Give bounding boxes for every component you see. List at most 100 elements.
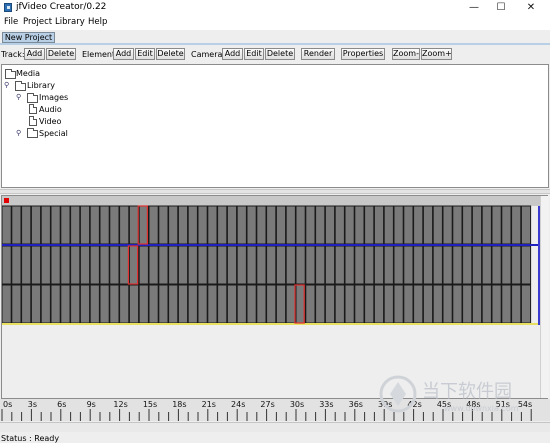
timeline-cell[interactable] <box>50 245 61 285</box>
element-edit-button[interactable]: Edit <box>135 48 155 60</box>
timeline-cell[interactable] <box>481 284 492 324</box>
timeline-cell[interactable] <box>383 284 394 324</box>
timeline-cell[interactable] <box>442 205 453 245</box>
timeline-cell[interactable] <box>256 284 267 324</box>
timeline-cell[interactable] <box>334 245 345 285</box>
timeline-cell[interactable] <box>462 205 473 245</box>
timeline-cell[interactable] <box>21 284 32 324</box>
timeline-cell[interactable] <box>11 245 22 285</box>
timeline-cell[interactable] <box>511 245 522 285</box>
track-add-button[interactable]: Add <box>24 48 45 60</box>
timeline-cell[interactable] <box>226 284 238 324</box>
timeline-cell[interactable] <box>491 245 502 285</box>
timeline-cell[interactable] <box>432 245 443 285</box>
timeline-cell[interactable] <box>275 284 287 324</box>
timeline-cell[interactable] <box>266 205 277 245</box>
timeline-cell[interactable] <box>266 245 277 285</box>
timeline-cell[interactable] <box>11 284 22 324</box>
timeline-cell[interactable] <box>207 245 218 285</box>
timeline-cell[interactable] <box>89 245 100 285</box>
timeline-cell[interactable] <box>30 205 42 245</box>
timeline-cell[interactable] <box>413 245 424 285</box>
timeline-cell[interactable] <box>21 205 32 245</box>
timeline-scrollbar[interactable] <box>540 196 549 398</box>
timeline-cell[interactable] <box>364 245 375 285</box>
timeline-cell[interactable] <box>305 245 316 285</box>
properties-button[interactable]: Properties <box>341 48 385 60</box>
timeline-cell[interactable] <box>40 284 51 324</box>
timeline-cell[interactable] <box>236 284 247 324</box>
playhead-marker[interactable] <box>4 198 9 203</box>
timeline-cell[interactable] <box>30 284 42 324</box>
timeline-cell[interactable] <box>128 284 140 324</box>
timeline-cell[interactable] <box>217 245 228 285</box>
timeline-cell[interactable] <box>70 284 81 324</box>
timeline-cell[interactable] <box>138 245 149 285</box>
timeline-cell[interactable] <box>334 205 345 245</box>
menu-library[interactable]: Library <box>55 17 85 27</box>
timeline-cell[interactable] <box>344 205 355 245</box>
timeline-cell[interactable] <box>119 205 130 245</box>
timeline-cell[interactable] <box>501 245 512 285</box>
timeline-cell[interactable] <box>256 245 267 285</box>
zoom-in-button[interactable]: Zoom+ <box>421 48 452 60</box>
timeline-cell[interactable] <box>60 205 71 245</box>
timeline-cell[interactable] <box>511 284 522 324</box>
timeline-cell[interactable] <box>109 205 120 245</box>
timeline-cell[interactable] <box>119 284 130 324</box>
timeline-cell[interactable] <box>285 205 296 245</box>
timeline-cell[interactable] <box>168 245 179 285</box>
camera-add-button[interactable]: Add <box>222 48 243 60</box>
tree-node-media[interactable]: Media <box>16 69 40 79</box>
timeline-cell[interactable] <box>275 245 287 285</box>
timeline-cell[interactable] <box>422 205 434 245</box>
timeline-cell[interactable] <box>148 205 159 245</box>
timeline-cell[interactable] <box>236 205 247 245</box>
timeline-cell[interactable] <box>70 245 81 285</box>
timeline-cell[interactable] <box>452 284 463 324</box>
timeline-cell[interactable] <box>187 245 198 285</box>
timeline-cell[interactable] <box>40 205 51 245</box>
timeline-cell[interactable] <box>119 245 130 285</box>
timeline-cell[interactable] <box>60 284 71 324</box>
timeline-cell[interactable] <box>158 205 169 245</box>
timeline-cell[interactable] <box>481 245 492 285</box>
timeline-cell[interactable] <box>197 284 208 324</box>
timeline-cell[interactable] <box>373 284 385 324</box>
timeline-cell[interactable] <box>177 245 189 285</box>
zoom-out-button[interactable]: Zoom- <box>392 48 420 60</box>
timeline-cell[interactable] <box>79 245 91 285</box>
timeline-cell[interactable] <box>79 205 91 245</box>
timeline-cell[interactable] <box>393 205 404 245</box>
timeline-tracks[interactable] <box>2 196 547 398</box>
camera-delete-button[interactable]: Delete <box>265 48 295 60</box>
tree-node-video[interactable]: Video <box>39 117 61 127</box>
timeline-cell[interactable] <box>187 205 198 245</box>
element-delete-button[interactable]: Delete <box>156 48 185 60</box>
timeline-cell[interactable] <box>442 284 453 324</box>
timeline-cell[interactable] <box>109 284 120 324</box>
timeline-cell[interactable] <box>177 284 189 324</box>
timeline-cell[interactable] <box>158 284 169 324</box>
timeline-cell[interactable] <box>462 284 473 324</box>
timeline-cell[interactable] <box>520 205 532 245</box>
timeline-cell[interactable] <box>501 205 512 245</box>
timeline-cell[interactable] <box>11 205 22 245</box>
timeline-cell[interactable] <box>148 284 159 324</box>
timeline-cell[interactable] <box>246 284 257 324</box>
close-button[interactable]: ✕ <box>516 0 546 15</box>
timeline-cell[interactable] <box>511 205 522 245</box>
timeline-cell[interactable] <box>462 245 473 285</box>
timeline-cell[interactable] <box>99 284 110 324</box>
timeline-cell[interactable] <box>217 205 228 245</box>
timeline-cell[interactable] <box>109 245 120 285</box>
timeline-cell[interactable] <box>256 205 267 245</box>
timeline-cell[interactable] <box>364 205 375 245</box>
timeline-cell[interactable] <box>354 205 365 245</box>
timeline-cell[interactable] <box>432 284 443 324</box>
timeline-cell[interactable] <box>344 284 355 324</box>
timeline-cell[interactable] <box>197 245 208 285</box>
timeline-cell[interactable] <box>30 245 42 285</box>
timeline-cell[interactable] <box>481 205 492 245</box>
timeline-cell[interactable] <box>344 245 355 285</box>
